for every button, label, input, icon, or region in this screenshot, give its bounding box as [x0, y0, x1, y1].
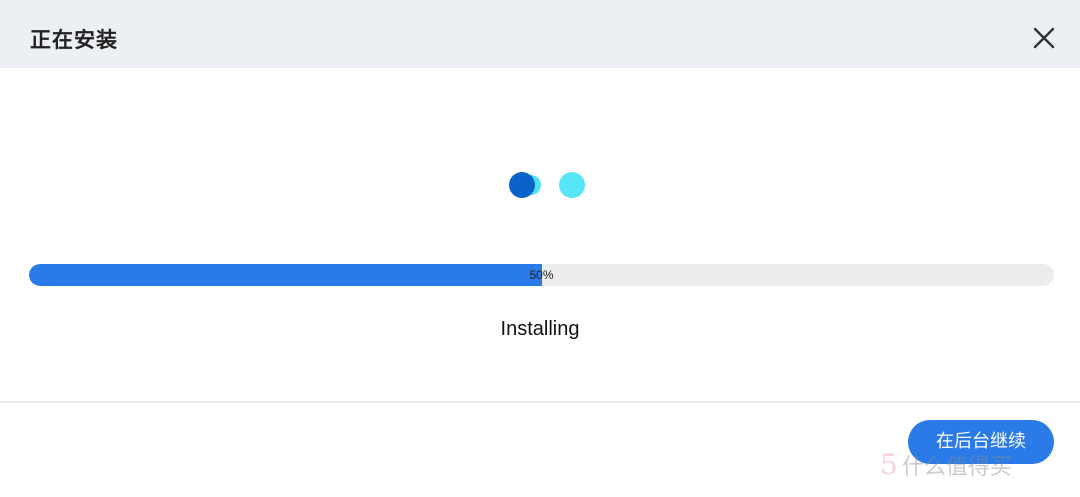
spinner-dot-primary [509, 172, 535, 198]
continue-in-background-button[interactable]: 在后台继续 [908, 420, 1054, 464]
footer-divider [0, 401, 1080, 403]
status-text: Installing [500, 318, 580, 340]
dialog-title: 正在安装 [30, 28, 118, 52]
watermark-text: 5 [880, 448, 898, 481]
progress-bar: 50% [29, 264, 1054, 286]
loading-spinner [505, 168, 595, 204]
close-icon [1033, 27, 1055, 49]
progress-percent-label: 50% [529, 268, 554, 282]
loading-dots-icon [509, 172, 585, 198]
install-dialog: 正在安装 50% Installing 在后台继续 5 什么值得买 [0, 0, 1080, 497]
dialog-header: 正在安装 [0, 0, 1080, 68]
close-button[interactable] [1032, 26, 1056, 50]
spinner-dot-secondary [559, 172, 585, 198]
